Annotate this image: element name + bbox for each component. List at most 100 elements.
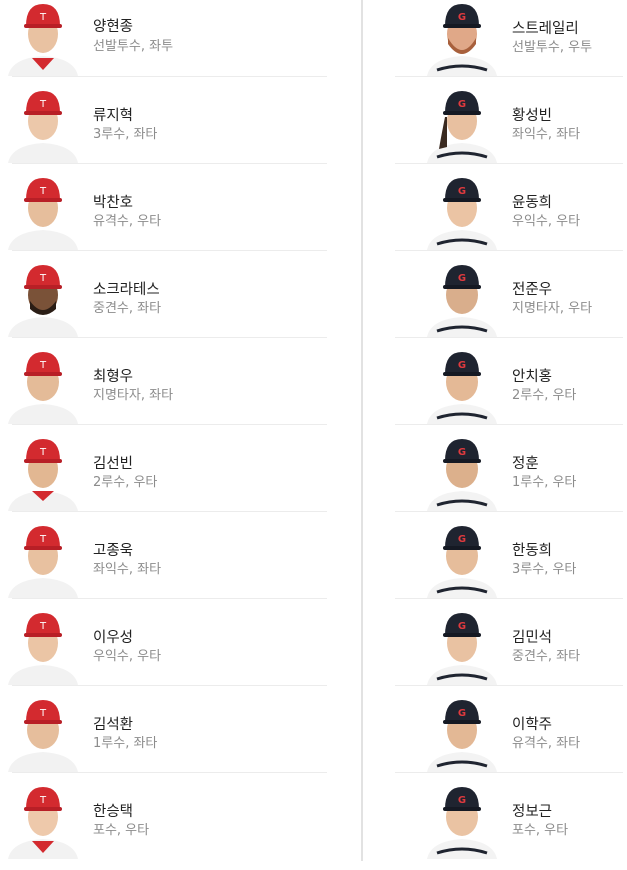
player-name: 소크라테스 [93,282,160,298]
svg-text:T: T [39,534,47,545]
player-name: 스트레일리 [512,21,579,37]
player-name: 양현종 [93,19,134,35]
player-row[interactable]: T 류지혁 3루수, 좌타 [0,87,327,174]
row-divider [12,424,327,425]
player-photo: T [8,435,78,511]
svg-text:G: G [458,621,466,632]
row-divider [395,772,623,773]
player-position: 포수, 우타 [93,823,150,838]
player-row[interactable]: T 양현종 선발투수, 좌투 [0,0,327,87]
player-name: 한동희 [512,543,553,559]
player-row[interactable]: G 황성빈 좌익수, 좌타 [395,87,627,174]
player-photo: G [427,0,497,76]
player-name: 김민석 [512,630,553,646]
row-divider [395,337,623,338]
player-photo: G [427,696,497,772]
row-divider [395,250,623,251]
player-name: 박찬호 [93,195,134,211]
player-row[interactable]: T 김석환 1루수, 좌타 [0,696,327,783]
player-photo: G [427,261,497,337]
home-lineup: T 양현종 선발투수, 좌투 T 류지혁 3루수, 좌타 T 박찬호 유격수, … [0,0,327,861]
player-photo: G [427,783,497,859]
player-photo: T [8,87,78,163]
svg-text:G: G [458,447,466,458]
svg-text:T: T [39,360,47,371]
player-row[interactable]: G 정보근 포수, 우타 [395,783,627,870]
player-row[interactable]: G 전준우 지명타자, 우타 [395,261,627,348]
svg-text:T: T [39,99,47,110]
svg-text:T: T [39,12,47,23]
row-divider [12,511,327,512]
player-photo: G [427,174,497,250]
player-photo: T [8,0,78,76]
player-row[interactable]: G 정훈 1루수, 우타 [395,435,627,522]
player-row[interactable]: G 안치홍 2루수, 우타 [395,348,627,435]
player-name: 윤동희 [512,195,553,211]
player-row[interactable]: G 한동희 3루수, 우타 [395,522,627,609]
row-divider [395,511,623,512]
svg-text:G: G [458,273,466,284]
player-position: 지명타자, 우타 [512,301,593,316]
player-position: 우익수, 우타 [512,214,581,229]
player-name: 김선빈 [93,456,134,472]
player-name: 최형우 [93,369,134,385]
player-name: 이학주 [512,717,553,733]
row-divider [12,337,327,338]
player-photo: G [427,435,497,511]
row-divider [12,76,327,77]
player-position: 우익수, 우타 [93,649,162,664]
column-divider [361,0,363,861]
player-photo: G [427,87,497,163]
row-divider [12,772,327,773]
player-name: 정보근 [512,804,553,820]
player-photo: G [427,522,497,598]
player-position: 3루수, 좌타 [93,127,158,142]
player-row[interactable]: T 고종욱 좌익수, 좌타 [0,522,327,609]
player-row[interactable]: T 박찬호 유격수, 우타 [0,174,327,261]
player-photo: T [8,783,78,859]
player-row[interactable]: G 스트레일리 선발투수, 우투 [395,0,627,87]
player-position: 3루수, 우타 [512,562,577,577]
player-row[interactable]: G 윤동희 우익수, 우타 [395,174,627,261]
svg-text:G: G [458,360,466,371]
player-photo: T [8,174,78,250]
player-position: 1루수, 우타 [512,475,577,490]
player-position: 유격수, 좌타 [512,736,581,751]
row-divider [395,685,623,686]
svg-text:G: G [458,534,466,545]
player-position: 지명타자, 좌타 [93,388,174,403]
player-row[interactable]: T 소크라테스 중견수, 좌타 [0,261,327,348]
row-divider [12,163,327,164]
player-photo: T [8,348,78,424]
player-name: 정훈 [512,456,539,472]
player-position: 1루수, 좌타 [93,736,158,751]
player-name: 김석환 [93,717,134,733]
row-divider [12,685,327,686]
player-name: 황성빈 [512,108,553,124]
svg-text:T: T [39,447,47,458]
player-row[interactable]: G 이학주 유격수, 좌타 [395,696,627,783]
player-row[interactable]: T 김선빈 2루수, 우타 [0,435,327,522]
player-photo: G [427,609,497,685]
player-name: 한승택 [93,804,134,820]
player-photo: T [8,522,78,598]
player-name: 이우성 [93,630,134,646]
row-divider [395,163,623,164]
player-position: 선발투수, 좌투 [93,39,174,54]
player-photo: T [8,609,78,685]
player-position: 중견수, 좌타 [93,301,162,316]
player-position: 좌익수, 좌타 [512,127,581,142]
player-row[interactable]: T 이우성 우익수, 우타 [0,609,327,696]
player-row[interactable]: G 김민석 중견수, 좌타 [395,609,627,696]
svg-text:T: T [39,795,47,806]
row-divider [395,598,623,599]
player-row[interactable]: T 최형우 지명타자, 좌타 [0,348,327,435]
player-photo: G [427,348,497,424]
svg-text:T: T [39,708,47,719]
away-lineup: G 스트레일리 선발투수, 우투 G 황성빈 좌익수, 좌타 G 윤동희 우익수… [395,0,627,861]
player-position: 2루수, 우타 [93,475,158,490]
player-position: 포수, 우타 [512,823,569,838]
svg-text:G: G [458,12,466,23]
row-divider [12,250,327,251]
player-row[interactable]: T 한승택 포수, 우타 [0,783,310,870]
